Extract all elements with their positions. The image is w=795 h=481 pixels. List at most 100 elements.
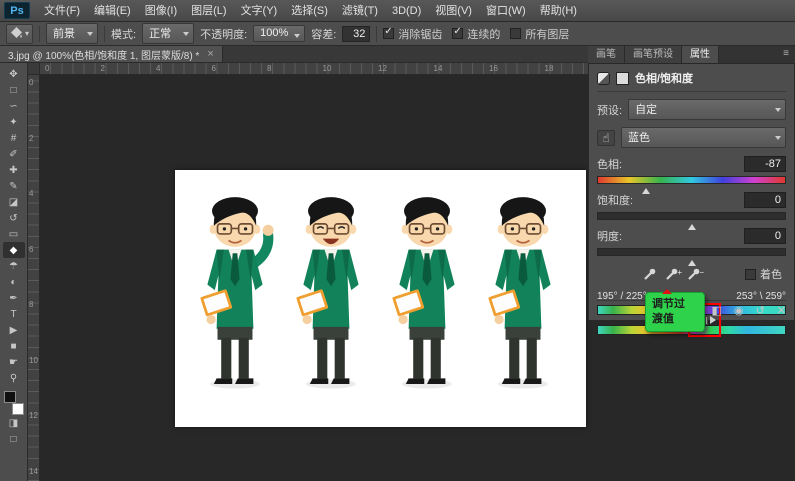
screen-mode-button[interactable]: □ — [3, 431, 25, 447]
ruler-top-number: 8 — [267, 64, 271, 73]
clone-stamp-tool[interactable]: ◪ — [3, 194, 25, 210]
hue-slider-thumb[interactable] — [642, 184, 650, 194]
panel-tab-brush[interactable]: 画笔 — [588, 46, 625, 63]
ruler-vertical[interactable]: 02468101214 — [28, 75, 40, 481]
image-document[interactable] — [175, 170, 586, 427]
menu-type[interactable]: 文字(Y) — [234, 0, 285, 22]
preset-label: 预设: — [597, 102, 622, 118]
fill-source-dropdown[interactable]: 前景 — [46, 23, 98, 44]
annotation-tooltip: 调节过 渡值 — [645, 292, 705, 332]
menu-image[interactable]: 图像(I) — [138, 0, 184, 22]
background-color-swatch[interactable] — [12, 403, 24, 415]
photoshop-window: Ps 文件(F)编辑(E)图像(I)图层(L)文字(Y)选择(S)滤镜(T)3D… — [0, 0, 795, 481]
path-selection-tool[interactable]: ▶ — [3, 322, 25, 338]
lightness-value[interactable]: 0 — [744, 228, 786, 244]
all-layers-label: 所有图层 — [525, 26, 569, 42]
menu-filter[interactable]: 滤镜(T) — [335, 0, 385, 22]
saturation-slider[interactable] — [597, 212, 786, 220]
hand-tool[interactable]: ☛ — [3, 354, 25, 370]
all-layers-checkbox[interactable]: 所有图层 — [510, 26, 569, 42]
ruler-left-number: 6 — [29, 245, 33, 254]
anti-alias-box[interactable] — [383, 28, 394, 39]
panel-title: 色相/饱和度 — [635, 70, 693, 86]
move-tool[interactable]: ✥ — [3, 66, 25, 82]
panel-flyout-menu-icon[interactable]: ≡ — [777, 46, 795, 63]
panel-tab-brush-presets[interactable]: 画笔预设 — [625, 46, 682, 63]
ruler-horizontal[interactable]: 024681012141618 — [28, 63, 588, 75]
eraser-tool[interactable]: ▭ — [3, 226, 25, 242]
menu-edit[interactable]: 编辑(E) — [87, 0, 138, 22]
menu-bar: Ps 文件(F)编辑(E)图像(I)图层(L)文字(Y)选择(S)滤镜(T)3D… — [0, 0, 795, 22]
contiguous-checkbox[interactable]: 连续的 — [452, 26, 500, 42]
delete-adjustment-icon[interactable]: ✕ — [777, 305, 786, 317]
saturation-slider-thumb[interactable] — [688, 220, 696, 230]
hue-value[interactable]: -87 — [744, 156, 786, 172]
colorize-box[interactable] — [745, 269, 756, 280]
menu-help[interactable]: 帮助(H) — [533, 0, 584, 22]
lasso-tool[interactable]: ∽ — [3, 98, 25, 114]
layer-mask-icon — [616, 72, 629, 85]
visibility-eye-icon[interactable]: ◉ — [734, 305, 744, 317]
menu-window[interactable]: 窗口(W) — [479, 0, 533, 22]
ruler-top-number: 6 — [212, 64, 216, 73]
channel-dropdown[interactable]: 蓝色 — [621, 127, 786, 148]
ruler-top-number: 16 — [489, 64, 498, 73]
cartoon-figures — [175, 170, 586, 410]
targeted-adjustment-hand-icon[interactable]: ☝ — [597, 130, 615, 146]
blur-tool[interactable]: ☂ — [3, 258, 25, 274]
preset-dropdown[interactable]: 自定 — [628, 99, 786, 120]
color-swatches[interactable] — [3, 391, 25, 415]
all-layers-box[interactable] — [510, 28, 521, 39]
history-brush-tool[interactable]: ↺ — [3, 210, 25, 226]
lightness-slider-thumb[interactable] — [688, 256, 696, 266]
panel-tab-properties[interactable]: 属性 — [682, 46, 719, 63]
options-bar: ▾ 前景 模式: 正常 不透明度: 100% 容差: 32 消除锯齿连续的所有图… — [0, 22, 795, 46]
lightness-slider[interactable] — [597, 248, 786, 256]
foreground-color-swatch[interactable] — [4, 391, 16, 403]
cartoon-figure-1 — [189, 184, 281, 410]
marquee-tool[interactable]: □ — [3, 82, 25, 98]
paint-bucket-tool[interactable]: ◆ — [3, 242, 25, 258]
ruler-left-number: 14 — [29, 467, 38, 476]
quick-mask-button[interactable]: ◨ — [3, 415, 25, 431]
eyedropper-icon[interactable] — [643, 267, 658, 281]
menu-view[interactable]: 视图(V) — [428, 0, 479, 22]
contiguous-label: 连续的 — [467, 26, 500, 42]
cartoon-figure-3 — [381, 184, 473, 410]
zoom-tool[interactable]: ⚲ — [3, 370, 25, 386]
dodge-tool[interactable]: ◐ — [3, 274, 25, 290]
hue-slider[interactable] — [597, 176, 786, 184]
pen-tool[interactable]: ✒ — [3, 290, 25, 306]
menu-select[interactable]: 选择(S) — [284, 0, 335, 22]
contiguous-box[interactable] — [452, 28, 463, 39]
ruler-corner — [28, 63, 40, 75]
subtract-eyedropper-icon[interactable]: − — [687, 267, 702, 281]
preset-row: 预设: 自定 — [597, 99, 786, 120]
menu-file[interactable]: 文件(F) — [37, 0, 87, 22]
menu-3d[interactable]: 3D(D) — [385, 0, 428, 22]
tab-close-button[interactable]: × — [207, 48, 213, 60]
menu-layer[interactable]: 图层(L) — [184, 0, 233, 22]
clip-to-layer-icon[interactable]: ◧ — [712, 305, 722, 317]
healing-brush-tool[interactable]: ✚ — [3, 162, 25, 178]
tolerance-input[interactable]: 32 — [342, 26, 370, 42]
tool-preset-picker[interactable]: ▾ — [6, 24, 33, 44]
document-tab[interactable]: 3.jpg @ 100%(色相/饱和度 1, 图层蒙版/8) * × — [0, 46, 223, 62]
colorize-checkbox[interactable]: 着色 — [745, 266, 782, 282]
mode-dropdown[interactable]: 正常 — [142, 23, 194, 44]
ruler-top-number: 0 — [45, 64, 49, 73]
shape-tool[interactable]: ■ — [3, 338, 25, 354]
type-tool[interactable]: T — [3, 306, 25, 322]
saturation-value[interactable]: 0 — [744, 192, 786, 208]
magic-wand-tool[interactable]: ✦ — [3, 114, 25, 130]
opacity-dropdown[interactable]: 100% — [253, 25, 305, 42]
reset-icon[interactable]: ↺ — [756, 305, 765, 317]
cartoon-figure-2 — [285, 184, 377, 410]
anti-alias-checkbox[interactable]: 消除锯齿 — [383, 26, 442, 42]
mode-label: 模式: — [111, 26, 136, 42]
add-eyedropper-icon[interactable]: + — [665, 267, 680, 281]
separator — [104, 26, 105, 42]
eyedropper-tool[interactable]: ✐ — [3, 146, 25, 162]
crop-tool[interactable]: # — [3, 130, 25, 146]
brush-tool[interactable]: ✎ — [3, 178, 25, 194]
